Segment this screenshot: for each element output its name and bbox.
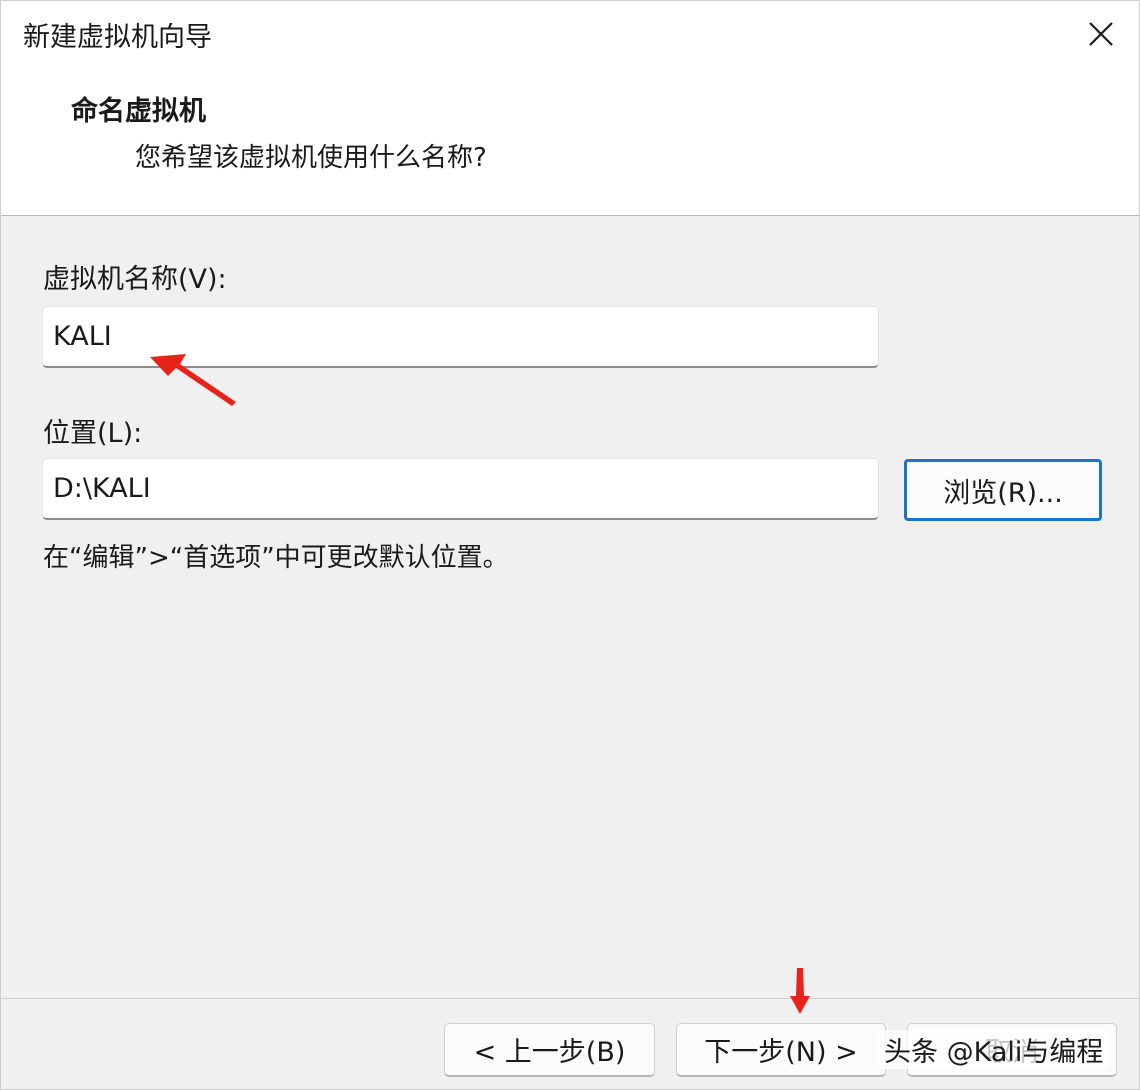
wizard-window: 新建虚拟机向导 命名虚拟机 您希望该虚拟机使用什么名称? 虚拟机名称(V): 位… (0, 0, 1140, 1090)
vm-name-label: 虚拟机名称(V): (43, 264, 227, 295)
close-icon (1089, 22, 1113, 46)
next-button[interactable]: 下一步(N) > (676, 1023, 886, 1077)
title-bar: 新建虚拟机向导 (1, 1, 1139, 71)
cancel-button[interactable]: 取消 (907, 1023, 1117, 1077)
close-button[interactable] (1063, 1, 1139, 67)
footer-divider (1, 998, 1139, 999)
wizard-header: 命名虚拟机 您希望该虚拟机使用什么名称? (1, 71, 1139, 216)
window-title: 新建虚拟机向导 (23, 22, 212, 53)
page-title: 命名虚拟机 (71, 96, 206, 127)
vm-name-input[interactable] (42, 306, 879, 368)
location-label: 位置(L): (43, 418, 143, 449)
location-input[interactable] (42, 458, 879, 520)
location-hint: 在“编辑”>“首选项”中可更改默认位置。 (43, 543, 509, 573)
back-button[interactable]: < 上一步(B) (444, 1023, 655, 1077)
page-subtitle: 您希望该虚拟机使用什么名称? (135, 143, 487, 173)
browse-button[interactable]: 浏览(R)... (904, 459, 1102, 521)
